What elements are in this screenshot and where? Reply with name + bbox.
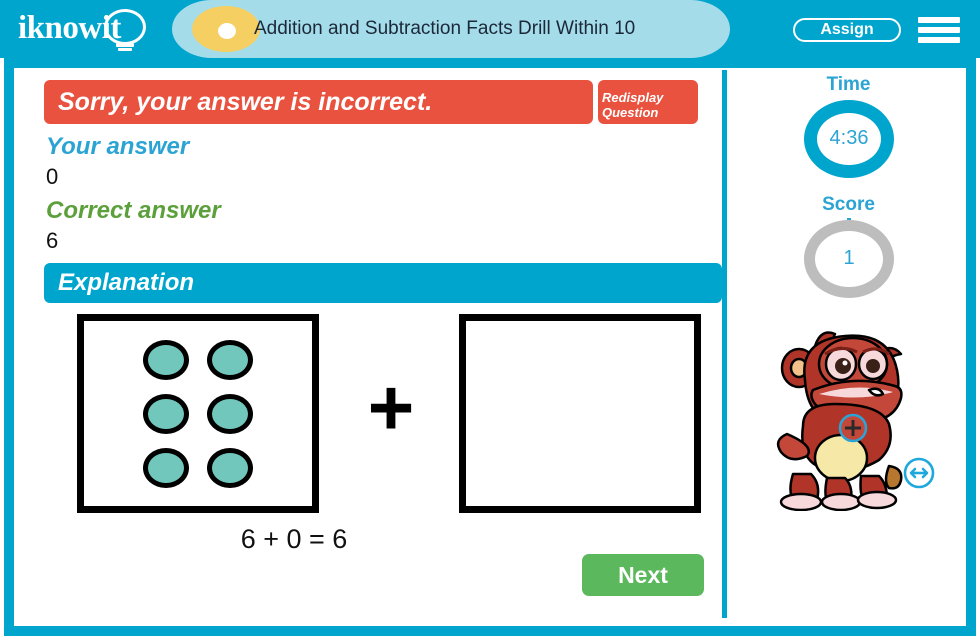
correct-answer-value: 6: [46, 228, 59, 253]
plus-operator-icon: +: [367, 363, 415, 452]
page-title: Addition and Subtraction Facts Drill Wit…: [254, 18, 636, 39]
app-window: iknowit Addition and Subtraction Facts D…: [0, 0, 980, 640]
counter-dot: [143, 339, 189, 380]
counter-dot: [207, 447, 253, 488]
redisplay-label-line1: Redisplay: [602, 90, 664, 105]
explanation-heading: Explanation: [44, 263, 722, 303]
lesson-title-band: Addition and Subtraction Facts Drill Wit…: [172, 0, 730, 58]
redisplay-label-line2: Question: [602, 105, 659, 120]
counter-dot: [207, 393, 253, 434]
feedback-row: Sorry, your answer is incorrect. Redispl…: [44, 80, 722, 124]
lightbulb-icon: [104, 9, 146, 45]
lightbulb-base-lower: [118, 48, 132, 51]
lesson-badge-icon: [192, 6, 260, 52]
counter-dot: [143, 447, 189, 488]
right-group-box: [459, 314, 701, 513]
lightbulb-base: [116, 43, 134, 47]
time-label: Time: [826, 74, 871, 95]
equation-text: 6 + 0 = 6: [240, 524, 348, 554]
hamburger-bar: [918, 27, 960, 33]
right-group-dots: [466, 321, 694, 506]
counter-dot: [143, 393, 189, 434]
counter-dot: [207, 339, 253, 380]
score-meter: 1: [804, 220, 894, 298]
your-answer-value: 0: [46, 164, 59, 189]
correct-answer-label: Correct answer: [46, 197, 221, 224]
hamburger-bar: [918, 37, 960, 43]
next-button[interactable]: Next: [582, 554, 704, 596]
app-header: iknowit Addition and Subtraction Facts D…: [0, 0, 980, 58]
left-group-box: [77, 314, 319, 513]
your-answer-label: Your answer: [46, 133, 190, 160]
redisplay-question-button[interactable]: Redisplay Question: [598, 80, 698, 124]
main-panel: Sorry, your answer is incorrect. Redispl…: [14, 58, 722, 638]
feedback-banner: Sorry, your answer is incorrect.: [44, 80, 593, 124]
hamburger-menu-icon[interactable]: [918, 17, 960, 43]
iknowit-logo[interactable]: iknowit: [18, 6, 164, 52]
lesson-badge-center: [218, 23, 236, 39]
left-right-arrow-icon[interactable]: [902, 456, 936, 490]
assign-button[interactable]: Assign: [793, 18, 901, 42]
explanation-diagram: +: [44, 308, 722, 523]
score-label: Score: [822, 194, 875, 215]
hamburger-bar: [918, 17, 960, 23]
time-meter: 4:36: [804, 100, 894, 178]
left-group-dots: [84, 321, 312, 506]
status-sidebar: Time 4:36 Score 1: [727, 58, 970, 638]
